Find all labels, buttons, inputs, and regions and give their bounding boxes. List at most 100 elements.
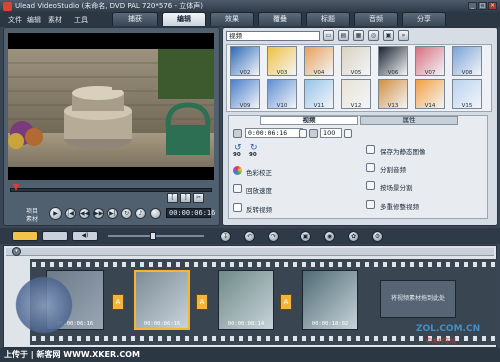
- save-still-image-button[interactable]: 保存为静态图像: [380, 146, 426, 156]
- tab-overlay[interactable]: 覆叠: [258, 12, 302, 26]
- import-icon[interactable]: ▤: [338, 30, 349, 41]
- library-thumbnail-label: V07: [424, 70, 436, 76]
- track-manager-button[interactable]: ⚙: [372, 231, 383, 242]
- mark-in-button[interactable]: [: [167, 193, 178, 203]
- sort-icon[interactable]: ◎: [368, 30, 379, 41]
- split-by-scene-icon: [366, 181, 375, 190]
- volume-stepper[interactable]: [344, 129, 352, 138]
- library-thumbnail-label: V11: [313, 103, 325, 109]
- library-thumbnail-label: V10: [276, 103, 288, 109]
- clip-mode-label[interactable]: 素材: [26, 214, 38, 223]
- tab-audio[interactable]: 音频: [354, 12, 398, 26]
- duration-icon: [233, 129, 242, 138]
- reverse-video-label: 反转视频: [246, 206, 272, 214]
- multi-trim-icon: [366, 200, 375, 209]
- options-icon[interactable]: ▣: [383, 30, 394, 41]
- menu-tools[interactable]: 工具: [74, 15, 88, 25]
- close-button[interactable]: ×: [488, 2, 497, 10]
- menu-file[interactable]: 文件: [8, 15, 22, 25]
- storyboard-view-button[interactable]: [12, 231, 38, 241]
- timeline-ruler: [6, 248, 494, 256]
- zoom-slider[interactable]: [108, 235, 204, 237]
- mark-out-button[interactable]: ]: [180, 193, 191, 203]
- film-perforations-top: [32, 262, 495, 267]
- library-thumbnail-label: V15: [461, 103, 473, 109]
- volume-field[interactable]: 100: [320, 128, 342, 138]
- library-thumbnail-label: V08: [461, 70, 473, 76]
- redo-button[interactable]: ↷: [268, 231, 279, 242]
- timecode-display[interactable]: 00:00:06:16: [166, 208, 215, 218]
- audio-view-button[interactable]: ◀): [72, 231, 98, 241]
- playback-speed-icon: [233, 184, 242, 193]
- play-button[interactable]: ▶: [49, 207, 62, 220]
- library-thumbnail-label: V04: [313, 70, 325, 76]
- library-thumbnail-label: V03: [276, 70, 288, 76]
- playback-speed-button[interactable]: 回放速度: [246, 185, 272, 195]
- transition-0[interactable]: A: [112, 294, 124, 310]
- folder-icon[interactable]: ▭: [323, 30, 334, 41]
- volume-icon: [309, 129, 318, 138]
- tab-effect[interactable]: 效果: [210, 12, 254, 26]
- storyboard-clip-time: 00:00:06:16: [143, 321, 181, 327]
- ruler-marker[interactable]: ▾: [12, 247, 21, 256]
- split-audio-icon: [366, 163, 375, 172]
- batch-convert-button[interactable]: ◉: [324, 231, 335, 242]
- cut-button[interactable]: ✂: [193, 193, 204, 203]
- color-correction-button[interactable]: 色彩校正: [246, 167, 272, 177]
- previous-frame-button[interactable]: ◀◀: [79, 208, 90, 219]
- zoom-handle[interactable]: [150, 232, 156, 240]
- watermark-left: 上传于 | 新客网 WWW.XKER.COM: [4, 350, 140, 359]
- volume-button[interactable]: ♪: [135, 208, 146, 219]
- library-thumbnail-label: V09: [239, 103, 251, 109]
- repeat-button[interactable]: ↻: [121, 208, 132, 219]
- library-thumbnail-label: V05: [350, 70, 362, 76]
- storyboard-transition[interactable]: A: [196, 294, 208, 310]
- minimize-button[interactable]: _: [468, 2, 477, 10]
- expand-library-icon[interactable]: »: [398, 30, 409, 41]
- app-logo-icon: [3, 1, 12, 11]
- watermark-badge: [14, 270, 74, 340]
- library-thumbnail-label: V14: [424, 103, 436, 109]
- smart-proxy-button[interactable]: ▣: [300, 231, 311, 242]
- drop-target-placeholder[interactable]: 将视频素材拖到此处: [380, 280, 456, 318]
- undo-button[interactable]: ↶: [244, 231, 255, 242]
- library-thumbnail-label: V02: [239, 70, 251, 76]
- split-by-scene-button[interactable]: 按场景分割: [380, 182, 413, 192]
- library-thumbnail-label: V12: [350, 103, 362, 109]
- duration-stepper[interactable]: [299, 129, 307, 138]
- reverse-video-checkbox[interactable]: [233, 203, 242, 212]
- end-button[interactable]: ▶|: [107, 208, 118, 219]
- tab-share[interactable]: 分享: [402, 12, 446, 26]
- tab-edit[interactable]: 编辑: [162, 12, 206, 26]
- preview-image: [8, 33, 214, 180]
- tab-attributes[interactable]: 属性: [360, 116, 458, 125]
- save-still-icon: [366, 145, 375, 154]
- tab-title[interactable]: 标题: [306, 12, 350, 26]
- tab-capture[interactable]: 捕获: [112, 12, 158, 26]
- storyboard-clip-time: 00:00:08:14: [227, 321, 265, 327]
- next-frame-button[interactable]: ▶▶: [93, 208, 104, 219]
- grid-icon[interactable]: ▦: [353, 30, 364, 41]
- chapter-button[interactable]: ✿: [348, 231, 359, 242]
- expand-button[interactable]: [150, 208, 161, 219]
- preview-window: [8, 33, 214, 180]
- duration-field[interactable]: 0:00:06:16: [245, 128, 303, 138]
- storyboard-transition[interactable]: A: [280, 294, 292, 310]
- watermark-right-sub: 中关村在线: [426, 338, 457, 345]
- window-title: Ulead VideoStudio (未命名, DVD PAL 720*576 …: [15, 2, 203, 10]
- multi-trim-video-button[interactable]: 多重修整视频: [380, 201, 419, 211]
- rotate-left-label: 90: [233, 152, 241, 158]
- split-audio-button[interactable]: 分割音频: [380, 164, 406, 174]
- timeline-view-button[interactable]: [42, 231, 68, 241]
- scrub-bar[interactable]: [10, 188, 212, 192]
- library-thumbnail-label: V13: [387, 103, 399, 109]
- home-button[interactable]: |◀: [65, 208, 76, 219]
- maximize-button[interactable]: □: [478, 2, 487, 10]
- library-category-select[interactable]: 视频: [226, 31, 320, 41]
- library-thumbnail-label: V06: [387, 70, 399, 76]
- insert-video-button[interactable]: ↧: [220, 231, 231, 242]
- menu-edit[interactable]: 编辑: [27, 15, 41, 25]
- tab-video-options[interactable]: 视频: [260, 116, 358, 125]
- menu-clip[interactable]: 素材: [48, 15, 62, 25]
- storyboard-clip-time: 00:00:18:02: [311, 321, 349, 327]
